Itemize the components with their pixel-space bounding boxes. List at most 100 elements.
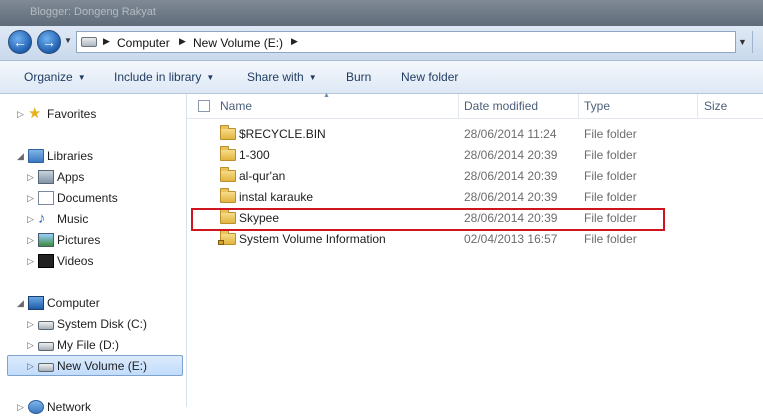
forward-button[interactable]: → — [37, 30, 61, 54]
command-toolbar: Organize ▼ Include in library ▼ Share with… — [0, 61, 763, 94]
navigation-pane: ▷ ★ Favorites ◢ Libraries ▷ Apps ▷ Docum… — [0, 94, 187, 414]
hard-disk-icon — [38, 321, 54, 330]
back-button[interactable]: ← — [8, 30, 32, 54]
file-row[interactable]: System Volume Information 02/04/2013 16:… — [187, 229, 763, 250]
new-folder-button[interactable]: New folder — [401, 70, 458, 84]
column-header-name[interactable]: Name — [220, 99, 252, 113]
expand-arrow-icon[interactable]: ▷ — [27, 335, 34, 355]
file-date: 28/06/2014 20:39 — [464, 169, 558, 183]
pictures-icon — [38, 233, 54, 247]
folder-icon — [220, 188, 236, 203]
expand-arrow-icon[interactable]: ▷ — [17, 397, 24, 417]
file-date: 28/06/2014 20:39 — [464, 148, 558, 162]
breadcrumb-new-volume[interactable]: New Volume (E:) — [193, 36, 283, 50]
file-type: File folder — [584, 148, 637, 162]
nav-label: Music — [57, 212, 89, 226]
expand-arrow-icon[interactable]: ▷ — [27, 188, 34, 208]
expand-arrow-icon[interactable]: ▷ — [27, 314, 34, 334]
expand-arrow-icon[interactable]: ▷ — [27, 209, 34, 229]
column-header-row: ▲ Name Date modified Type Size — [187, 92, 763, 119]
window-titlebar: Blogger: Dongeng Rakyat — [0, 0, 763, 26]
expand-arrow-icon[interactable]: ▷ — [27, 356, 34, 376]
file-name: instal karauke — [239, 190, 314, 204]
window-title: Blogger: Dongeng Rakyat — [30, 6, 156, 18]
file-list-pane: ▲ Name Date modified Type Size $RECYCLE.… — [187, 92, 763, 407]
file-type: File folder — [584, 232, 637, 246]
column-header-type[interactable]: Type — [584, 99, 610, 113]
refresh-button[interactable] — [752, 31, 763, 53]
navigation-bar: ← → ▼ ▶ Computer ▶ New Volume (E:) ▶ ▼ — [0, 26, 763, 61]
column-header-date-modified[interactable]: Date modified — [464, 99, 538, 113]
expand-arrow-icon[interactable]: ▷ — [17, 104, 24, 124]
lock-icon — [218, 240, 224, 245]
breadcrumb-computer[interactable]: Computer — [117, 36, 170, 50]
folder-icon — [220, 167, 236, 182]
nav-system-disk[interactable]: ▷ System Disk (C:) — [0, 314, 186, 334]
documents-icon — [38, 191, 54, 205]
network-icon — [28, 400, 44, 414]
expand-arrow-icon[interactable]: ▷ — [27, 251, 34, 271]
nav-computer[interactable]: ◢ Computer — [0, 293, 186, 313]
nav-label: Pictures — [57, 233, 101, 247]
nav-label: Libraries — [47, 149, 94, 163]
column-divider[interactable] — [697, 94, 698, 118]
share-with-menu[interactable]: Share with ▼ — [247, 70, 317, 84]
organize-menu[interactable]: Organize ▼ — [24, 70, 86, 84]
breadcrumb-chevron-icon[interactable]: ▶ — [179, 36, 186, 47]
nav-new-volume[interactable]: ▷ New Volume (E:) — [0, 356, 186, 376]
breadcrumb-chevron-icon[interactable]: ▶ — [103, 36, 110, 47]
file-row[interactable]: 1-300 28/06/2014 20:39 File folder — [187, 145, 763, 166]
address-dropdown-icon[interactable]: ▼ — [738, 37, 747, 47]
star-icon: ★ — [28, 105, 42, 122]
expand-arrow-icon[interactable]: ▷ — [27, 230, 34, 250]
file-name: al-qur'an — [239, 169, 286, 183]
include-in-library-menu[interactable]: Include in library ▼ — [114, 70, 214, 84]
nav-my-file[interactable]: ▷ My File (D:) — [0, 335, 186, 355]
nav-label: Network — [47, 400, 92, 414]
chevron-down-icon: ▼ — [77, 73, 86, 82]
nav-videos[interactable]: ▷ Videos — [0, 251, 186, 271]
folder-icon — [220, 125, 236, 140]
file-date: 02/04/2013 16:57 — [464, 232, 558, 246]
nav-music[interactable]: ▷ ♪ Music — [0, 209, 186, 229]
expand-arrow-icon[interactable]: ▷ — [27, 167, 34, 187]
column-header-size[interactable]: Size — [704, 99, 727, 113]
apps-icon — [38, 170, 54, 184]
file-type: File folder — [584, 190, 637, 204]
nav-favorites[interactable]: ▷ ★ Favorites — [0, 104, 186, 124]
address-bar[interactable]: ▶ Computer ▶ New Volume (E:) ▶ — [76, 31, 736, 53]
nav-label: My File (D:) — [57, 338, 119, 352]
chevron-down-icon: ▼ — [206, 73, 215, 82]
music-note-icon: ♪ — [38, 210, 46, 227]
collapse-arrow-icon[interactable]: ◢ — [17, 146, 24, 166]
file-row[interactable]: $RECYCLE.BIN 28/06/2014 11:24 File folde… — [187, 124, 763, 145]
file-name: 1-300 — [239, 148, 270, 162]
collapse-arrow-icon[interactable]: ◢ — [17, 293, 24, 313]
hard-disk-icon — [38, 363, 54, 372]
include-in-library-label: Include in library — [114, 70, 202, 84]
folder-icon — [220, 146, 236, 161]
libraries-icon — [28, 149, 44, 163]
nav-label: Computer — [47, 296, 100, 310]
nav-label: Documents — [57, 191, 118, 205]
file-type: File folder — [584, 169, 637, 183]
recent-pages-dropdown[interactable]: ▼ — [64, 36, 73, 48]
column-divider[interactable] — [578, 94, 579, 118]
nav-label: Videos — [57, 254, 94, 268]
drive-icon — [81, 37, 97, 47]
select-all-checkbox[interactable] — [198, 100, 210, 112]
file-row[interactable]: al-qur'an 28/06/2014 20:39 File folder — [187, 166, 763, 187]
file-date: 28/06/2014 20:39 — [464, 190, 558, 204]
breadcrumb-chevron-icon[interactable]: ▶ — [291, 36, 298, 47]
nav-pictures[interactable]: ▷ Pictures — [0, 230, 186, 250]
burn-button[interactable]: Burn — [346, 70, 371, 84]
file-row[interactable]: instal karauke 28/06/2014 20:39 File fol… — [187, 187, 763, 208]
nav-apps[interactable]: ▷ Apps — [0, 167, 186, 187]
hard-disk-icon — [38, 342, 54, 351]
highlight-box — [191, 208, 665, 231]
nav-network[interactable]: ▷ Network — [0, 397, 186, 417]
nav-libraries[interactable]: ◢ Libraries — [0, 146, 186, 166]
column-divider[interactable] — [458, 94, 459, 118]
sort-ascending-icon: ▲ — [323, 92, 330, 99]
nav-documents[interactable]: ▷ Documents — [0, 188, 186, 208]
